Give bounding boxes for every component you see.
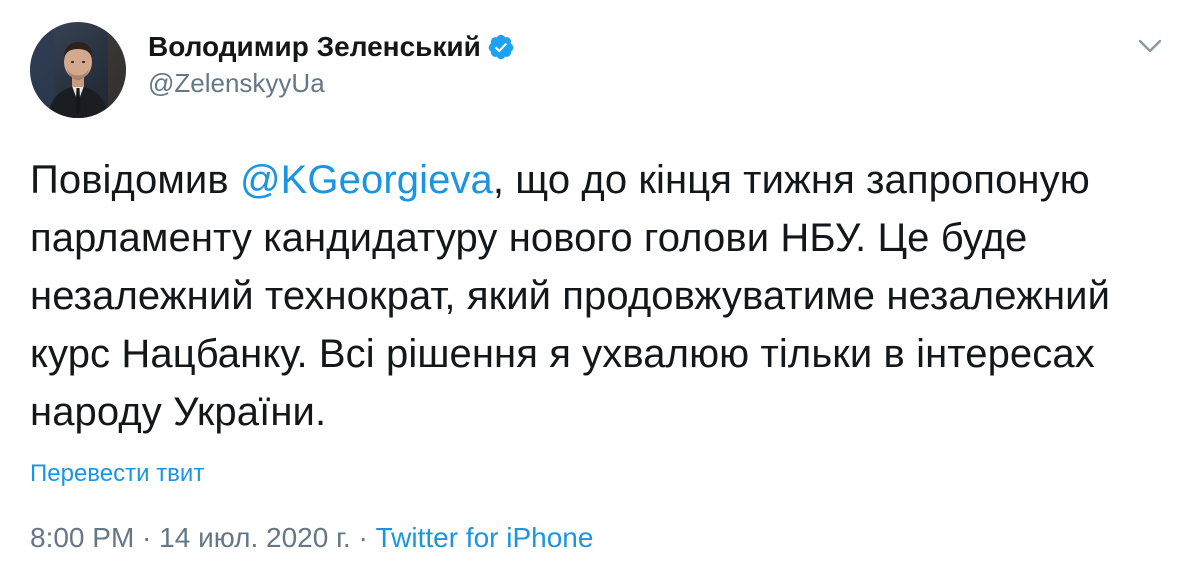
- mention-link[interactable]: @KGeorgieva: [240, 158, 493, 202]
- tweet-source-link[interactable]: Twitter for iPhone: [376, 522, 594, 553]
- tweet-date[interactable]: 14 июл. 2020 г.: [159, 522, 351, 553]
- avatar[interactable]: [30, 22, 126, 118]
- display-name[interactable]: Володимир Зеленський: [148, 31, 481, 63]
- verified-badge-icon: [487, 33, 515, 61]
- name-row: Володимир Зеленський: [148, 30, 515, 64]
- tweet-text: Повідомив @KGeorgieva, що до кінця тижня…: [30, 151, 1170, 441]
- author-info: Володимир Зеленський @ZelenskyyUa: [148, 30, 515, 99]
- meta-separator: ·: [134, 522, 160, 553]
- tweet-card: Володимир Зеленський @ZelenskyyUa Повідо…: [0, 0, 1194, 586]
- tweet-metadata: 8:00 PM · 14 июл. 2020 г. · Twitter for …: [30, 522, 593, 554]
- tweet-text-start: Повідомив: [30, 158, 240, 202]
- tweet-time[interactable]: 8:00 PM: [30, 522, 134, 553]
- profile-photo-icon: [30, 22, 126, 118]
- handle[interactable]: @ZelenskyyUa: [148, 68, 515, 99]
- translate-tweet-link[interactable]: Перевести твит: [30, 460, 204, 488]
- meta-separator: ·: [350, 522, 376, 553]
- chevron-down-icon[interactable]: [1136, 36, 1164, 56]
